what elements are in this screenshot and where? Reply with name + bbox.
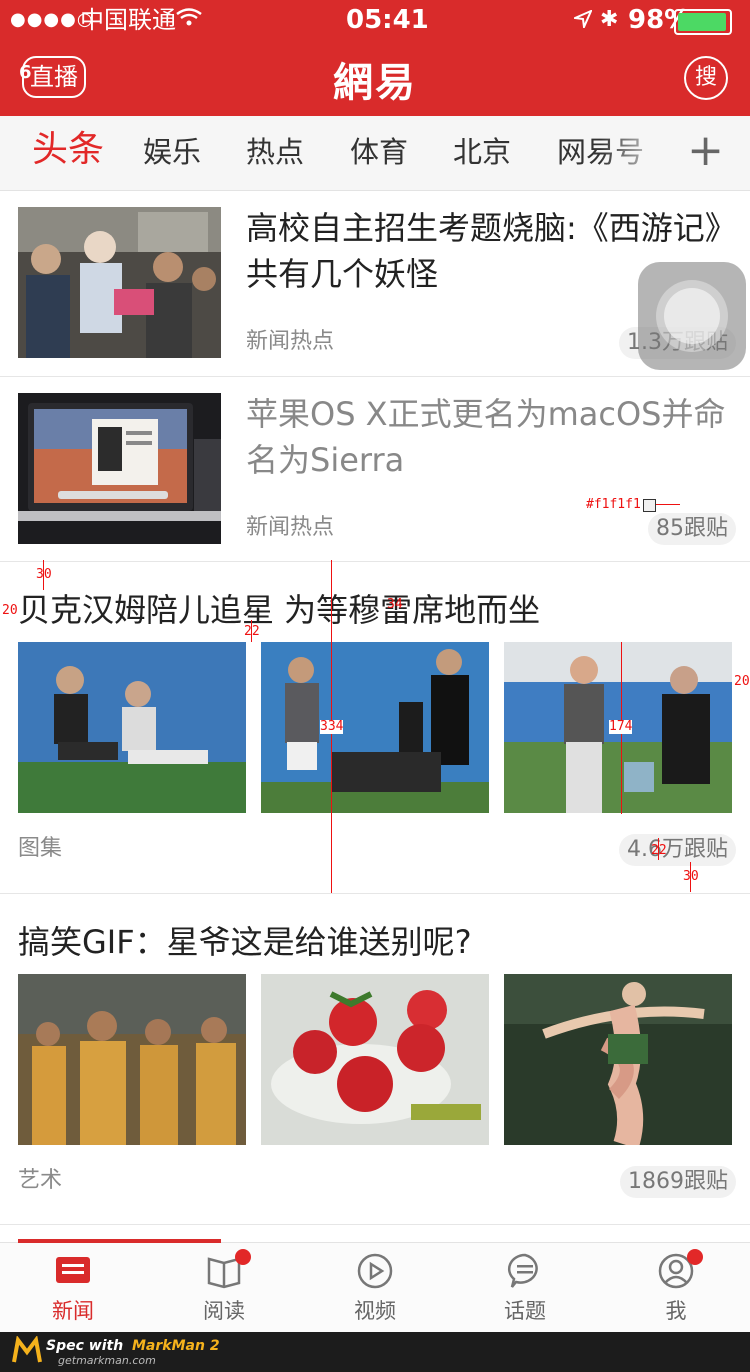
tab-hot[interactable]: 热点 <box>246 132 304 172</box>
spec-measure: 20 <box>2 603 18 618</box>
news-source: 新闻热点 <box>246 515 335 540</box>
photo-set-item[interactable]: 贝克汉姆陪儿追星 为等穆雷席地而坐 图集 4.6万跟贴 <box>0 562 750 894</box>
spec-measure: 22 <box>244 624 260 639</box>
comment-count: 85跟贴 <box>648 513 736 545</box>
book-icon <box>205 1249 251 1289</box>
nav-label: 我 <box>665 1299 687 1323</box>
refresh-indicator <box>18 1239 221 1243</box>
nav-news[interactable]: 新闻 <box>18 1253 128 1325</box>
markman-brand-prefix: Spec with <box>46 1338 124 1354</box>
tabs-fade <box>600 116 670 190</box>
search-label: 搜 <box>694 65 717 90</box>
photo-image <box>504 974 732 1145</box>
photo-image <box>261 642 489 813</box>
markman-watermark: Spec with MarkMan 2 getmarkman.com <box>0 1332 750 1372</box>
status-bar: ●●●●○ 中国联通 05:41 ✱ 98% <box>0 0 750 40</box>
nav-label: 阅读 <box>203 1299 245 1323</box>
photo-image <box>18 974 246 1145</box>
photo-set-title: 搞笑GIF：星爷这是给谁送别呢? <box>18 923 472 961</box>
bottom-tab-bar: 新闻 阅读 视频 话题 我 <box>0 1239 750 1333</box>
markman-brand: MarkMan 2 <box>132 1338 220 1354</box>
spec-measure: 22 <box>651 843 667 858</box>
comment-count: 1869跟贴 <box>620 1166 736 1198</box>
assistive-touch-button[interactable] <box>638 262 746 370</box>
markman-logo-icon <box>12 1335 42 1370</box>
channel-tabs: 头条 娱乐 热点 体育 北京 网易号 + <box>0 116 750 191</box>
location-arrow-icon <box>571 5 593 35</box>
photo-set-source: 图集 <box>18 836 63 861</box>
add-channel-button[interactable]: + <box>687 126 724 176</box>
play-icon <box>356 1253 394 1289</box>
spec-measure: 174 <box>609 719 633 734</box>
photo-image <box>18 642 246 813</box>
nav-video[interactable]: 视频 <box>320 1253 430 1325</box>
photo-set-source: 艺术 <box>18 1168 63 1193</box>
news-source: 新闻热点 <box>246 329 335 354</box>
spec-pointer-line <box>656 504 680 505</box>
battery-icon <box>674 9 732 35</box>
newspaper-icon <box>54 1253 92 1289</box>
nav-topics[interactable]: 话题 <box>470 1253 580 1325</box>
nav-reading[interactable]: 阅读 <box>169 1249 279 1325</box>
user-icon <box>657 1249 703 1289</box>
spec-measure: 34 <box>387 597 403 612</box>
news-title: 苹果OS X正式更名为macOS并命名为Sierra <box>246 395 726 479</box>
spec-measure: 334 <box>320 719 344 734</box>
news-item[interactable]: 苹果OS X正式更名为macOS并命名为Sierra 新闻热点 85跟贴 <box>0 377 750 562</box>
chat-bubble-icon <box>506 1253 544 1289</box>
search-button[interactable]: 搜 <box>684 56 728 100</box>
tab-entertainment[interactable]: 娱乐 <box>143 132 201 172</box>
comment-count: 4.6万跟贴 <box>619 834 736 866</box>
spec-color-swatch <box>643 499 656 512</box>
app-header: 6 直播 網易 搜 <box>0 40 750 116</box>
news-thumbnail <box>18 393 221 544</box>
nav-me[interactable]: 我 <box>621 1249 731 1325</box>
spec-color-label: #f1f1f1 <box>586 497 641 512</box>
spec-measure: 30 <box>683 869 699 884</box>
carrier-label: 中国联通 <box>80 6 176 34</box>
spec-measure: 20 <box>734 674 750 689</box>
nav-label: 话题 <box>504 1299 546 1323</box>
app-logo: 網易 <box>333 59 417 106</box>
clock: 05:41 <box>346 5 429 35</box>
news-thumbnail <box>18 207 221 358</box>
nav-label: 新闻 <box>52 1299 94 1323</box>
photo-set-item[interactable]: 搞笑GIF：星爷这是给谁送别呢? 艺术 1869跟贴 <box>0 894 750 1225</box>
tab-headline[interactable]: 头条 <box>32 130 104 170</box>
photo-image <box>261 974 489 1145</box>
tab-sports[interactable]: 体育 <box>350 132 408 172</box>
tab-beijing[interactable]: 北京 <box>453 132 511 172</box>
nav-label: 视频 <box>354 1299 396 1323</box>
markman-url: getmarkman.com <box>58 1354 156 1367</box>
spec-measure: 30 <box>36 567 52 582</box>
wifi-icon <box>176 5 202 35</box>
photo-set-title: 贝克汉姆陪儿追星 为等穆雷席地而坐 <box>18 591 541 629</box>
bluetooth-icon: ✱ <box>600 7 619 32</box>
